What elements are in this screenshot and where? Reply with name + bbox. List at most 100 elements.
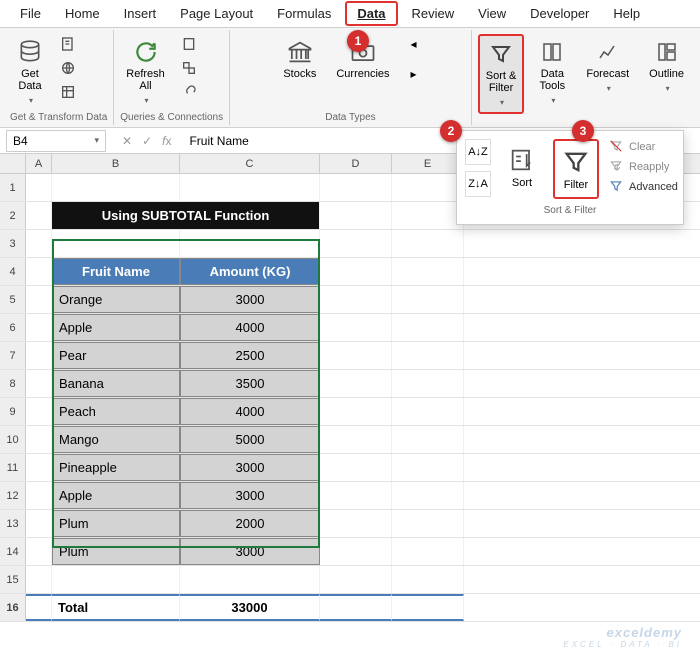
row-header[interactable]: 11 — [0, 454, 26, 481]
sort-dialog-button[interactable]: Sort — [501, 139, 543, 195]
cell[interactable] — [320, 230, 392, 257]
table-cell-amount[interactable]: 4000 — [180, 314, 320, 341]
table-cell-amount[interactable]: 2000 — [180, 510, 320, 537]
cell[interactable] — [26, 286, 52, 313]
table-header-fruit[interactable]: Fruit Name — [52, 258, 180, 285]
table-cell-fruit[interactable]: Banana — [52, 370, 180, 397]
table-cell-fruit[interactable]: Orange — [52, 286, 180, 313]
menu-review[interactable]: Review — [402, 3, 465, 24]
cell[interactable] — [392, 566, 464, 593]
row-header[interactable]: 3 — [0, 230, 26, 257]
cell[interactable] — [26, 370, 52, 397]
cell[interactable] — [392, 454, 464, 481]
row-header[interactable]: 9 — [0, 398, 26, 425]
menu-help[interactable]: Help — [603, 3, 650, 24]
cell[interactable] — [320, 342, 392, 369]
cell[interactable] — [320, 258, 392, 285]
cell[interactable] — [320, 454, 392, 481]
row-header[interactable]: 15 — [0, 566, 26, 593]
get-data-button[interactable]: Get Data — [10, 34, 50, 110]
cell[interactable] — [392, 482, 464, 509]
total-value[interactable]: 33000 — [180, 594, 320, 621]
cell[interactable] — [320, 482, 392, 509]
section-title[interactable]: Using SUBTOTAL Function — [52, 202, 320, 229]
cell[interactable] — [320, 566, 392, 593]
cell[interactable] — [26, 538, 52, 565]
cell[interactable] — [320, 398, 392, 425]
table-cell-fruit[interactable]: Peach — [52, 398, 180, 425]
cell[interactable] — [26, 594, 52, 621]
cell[interactable] — [320, 370, 392, 397]
cell[interactable] — [320, 594, 392, 621]
cell[interactable] — [392, 230, 464, 257]
table-cell-amount[interactable]: 2500 — [180, 342, 320, 369]
table-cell-fruit[interactable]: Apple — [52, 314, 180, 341]
table-cell-amount[interactable]: 4000 — [180, 398, 320, 425]
menu-formulas[interactable]: Formulas — [267, 3, 341, 24]
cell[interactable] — [392, 398, 464, 425]
table-cell-fruit[interactable]: Plum — [52, 510, 180, 537]
cell[interactable] — [320, 538, 392, 565]
properties-icon[interactable] — [179, 58, 199, 78]
cell[interactable] — [320, 426, 392, 453]
table-cell-amount[interactable]: 3500 — [180, 370, 320, 397]
row-header[interactable]: 12 — [0, 482, 26, 509]
row-header[interactable]: 10 — [0, 426, 26, 453]
cell[interactable] — [392, 370, 464, 397]
refresh-all-button[interactable]: Refresh All — [120, 34, 171, 110]
cell[interactable] — [26, 398, 52, 425]
table-cell-fruit[interactable]: Pear — [52, 342, 180, 369]
cell[interactable] — [392, 510, 464, 537]
cell[interactable] — [392, 202, 464, 229]
menu-file[interactable]: File — [10, 3, 51, 24]
row-header[interactable]: 5 — [0, 286, 26, 313]
row-header[interactable]: 13 — [0, 510, 26, 537]
row-header[interactable]: 7 — [0, 342, 26, 369]
menu-page-layout[interactable]: Page Layout — [170, 3, 263, 24]
cell[interactable] — [26, 174, 52, 201]
cell[interactable] — [26, 202, 52, 229]
table-header-amount[interactable]: Amount (KG) — [180, 258, 320, 285]
forecast-button[interactable]: Forecast — [580, 34, 635, 98]
sort-filter-button[interactable]: Sort & Filter — [478, 34, 525, 114]
menu-insert[interactable]: Insert — [114, 3, 167, 24]
row-header[interactable]: 8 — [0, 370, 26, 397]
table-cell-amount[interactable]: 3000 — [180, 538, 320, 565]
cell[interactable] — [180, 174, 320, 201]
queries-icon[interactable] — [179, 34, 199, 54]
table-cell-amount[interactable]: 5000 — [180, 426, 320, 453]
cell[interactable] — [26, 230, 52, 257]
outline-button[interactable]: Outline — [643, 34, 690, 98]
cell[interactable] — [26, 314, 52, 341]
col-header-e[interactable]: E — [392, 154, 464, 173]
datatype-next-icon[interactable]: ▸ — [404, 64, 424, 84]
sort-asc-button[interactable]: A↓Z — [465, 139, 491, 165]
cell[interactable] — [320, 174, 392, 201]
table-cell-fruit[interactable]: Pineapple — [52, 454, 180, 481]
select-all-corner[interactable] — [0, 154, 26, 173]
cell[interactable] — [26, 426, 52, 453]
cell[interactable] — [392, 594, 464, 621]
cell[interactable] — [320, 202, 392, 229]
datatype-prev-icon[interactable]: ◂ — [404, 34, 424, 54]
cell[interactable] — [52, 230, 180, 257]
filter-button[interactable]: Filter — [553, 139, 599, 199]
cell[interactable] — [26, 566, 52, 593]
reapply-button[interactable]: Reapply — [609, 159, 678, 175]
cell[interactable] — [26, 482, 52, 509]
col-header-d[interactable]: D — [320, 154, 392, 173]
menu-developer[interactable]: Developer — [520, 3, 599, 24]
cell[interactable] — [392, 286, 464, 313]
row-header[interactable]: 4 — [0, 258, 26, 285]
cell[interactable] — [180, 230, 320, 257]
table-cell-amount[interactable]: 3000 — [180, 454, 320, 481]
table-cell-fruit[interactable]: Plum — [52, 538, 180, 565]
table-cell-fruit[interactable]: Apple — [52, 482, 180, 509]
clear-filter-button[interactable]: Clear — [609, 139, 678, 155]
row-header[interactable]: 2 — [0, 202, 26, 229]
menu-view[interactable]: View — [468, 3, 516, 24]
cell[interactable] — [26, 258, 52, 285]
cell[interactable] — [392, 342, 464, 369]
row-header[interactable]: 1 — [0, 174, 26, 201]
stocks-button[interactable]: Stocks — [277, 34, 322, 84]
